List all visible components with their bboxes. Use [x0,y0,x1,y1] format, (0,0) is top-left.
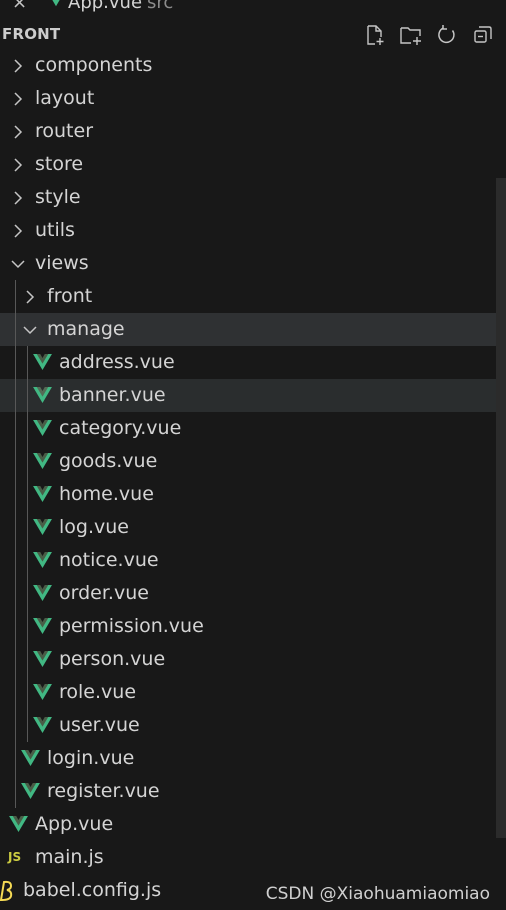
vue-file-icon [33,412,52,445]
chevron-right-icon [10,214,26,247]
tree-item-label: store [35,153,84,175]
editor-tab-strip: × App.vue src [0,0,506,13]
tree-item-label: permission.vue [59,615,204,637]
tree-item-main-js[interactable]: JS main.js [0,841,496,874]
tree-item-file[interactable]: address.vue [0,346,496,379]
tree-item-file[interactable]: category.vue [0,412,496,445]
indent-guide [15,280,16,808]
tree-item-file[interactable]: person.vue [0,643,496,676]
indent-guide [27,346,28,742]
tree-item-file[interactable]: home.vue [0,478,496,511]
chevron-right-icon [22,280,38,313]
tree-item-utils[interactable]: utils [0,214,496,247]
tree-item-file[interactable]: permission.vue [0,610,496,643]
vue-file-icon [33,478,52,511]
tree-item-file[interactable]: order.vue [0,577,496,610]
chevron-right-icon [10,148,26,181]
tree-item-file[interactable]: notice.vue [0,544,496,577]
tree-item-components[interactable]: components [0,49,496,82]
tree-item-login[interactable]: login.vue [0,742,496,775]
chevron-right-icon [10,82,26,115]
vue-file-icon [33,676,52,709]
chevron-right-icon [10,181,26,214]
tree-item-label: order.vue [59,582,149,604]
vue-file-icon [33,511,52,544]
tree-item-views[interactable]: views [0,247,496,280]
tree-item-label: user.vue [59,714,140,736]
tree-item-label: role.vue [59,681,137,703]
tree-item-label: utils [35,219,75,241]
tree-item-file[interactable]: log.vue [0,511,496,544]
tab-file-name[interactable]: App.vue [68,0,142,13]
vue-file-icon [33,577,52,610]
tree-item-app-vue[interactable]: App.vue [0,808,496,841]
vue-file-icon [33,709,52,742]
chevron-down-icon [22,313,38,346]
tree-item-front[interactable]: front [0,280,496,313]
tree-item-file[interactable]: user.vue [0,709,496,742]
tree-item-label: front [47,285,93,307]
tree-item-label: register.vue [47,780,160,802]
tree-item-label: layout [35,87,95,109]
tree-item-register[interactable]: register.vue [0,775,496,808]
tree-item-label: category.vue [59,417,182,439]
tree-item-layout[interactable]: layout [0,82,496,115]
tree-item-manage[interactable]: manage [0,313,496,346]
tree-item-label: router [35,120,94,142]
js-file-icon: JS [8,850,22,864]
vue-file-icon [33,445,52,478]
chevron-right-icon [10,49,26,82]
tree-item-label: person.vue [59,648,166,670]
vue-file-icon [33,346,52,379]
tree-item-label: views [35,252,89,274]
scrollbar[interactable] [496,178,506,838]
chevron-down-icon [10,247,26,280]
tab-file-directory: src [147,0,174,13]
vue-file-icon [33,610,52,643]
chevron-right-icon [10,115,26,148]
explorer-header: FRONT [0,17,506,50]
vue-file-icon [9,808,28,841]
tree-item-label: goods.vue [59,450,158,472]
tree-item-label: home.vue [59,483,154,505]
tree-item-label: manage [47,318,125,340]
tree-item-label: babel.config.js [23,879,162,901]
tree-item-file[interactable]: banner.vue [0,379,496,412]
new-file-icon[interactable] [362,22,388,48]
vue-file-icon [33,643,52,676]
refresh-icon[interactable] [434,22,460,48]
vue-file-icon [21,742,40,775]
tab-close-icon[interactable]: × [12,0,27,13]
babel-file-icon [0,874,14,907]
tree-item-label: components [35,54,153,76]
file-tree: components layout router store style uti… [0,49,496,907]
collapse-all-icon[interactable] [470,22,496,48]
tree-item-label: main.js [35,846,104,868]
vue-file-icon [21,775,40,808]
vue-file-icon [33,379,52,412]
tree-item-style[interactable]: style [0,181,496,214]
vue-file-icon [33,544,52,577]
new-folder-icon[interactable] [398,22,424,48]
tree-item-file[interactable]: goods.vue [0,445,496,478]
tree-item-label: style [35,186,81,208]
watermark-text: CSDN @Xiaohuamiaomiao [265,884,490,904]
tree-item-store[interactable]: store [0,148,496,181]
vue-file-icon [47,0,65,13]
tree-item-file[interactable]: role.vue [0,676,496,709]
tree-item-label: login.vue [47,747,135,769]
explorer-title: FRONT [2,25,61,43]
tree-item-label: App.vue [35,813,114,835]
tree-item-label: banner.vue [59,384,166,406]
tree-item-label: address.vue [59,351,175,373]
tree-item-label: log.vue [59,516,129,538]
tree-item-router[interactable]: router [0,115,496,148]
tree-item-label: notice.vue [59,549,159,571]
